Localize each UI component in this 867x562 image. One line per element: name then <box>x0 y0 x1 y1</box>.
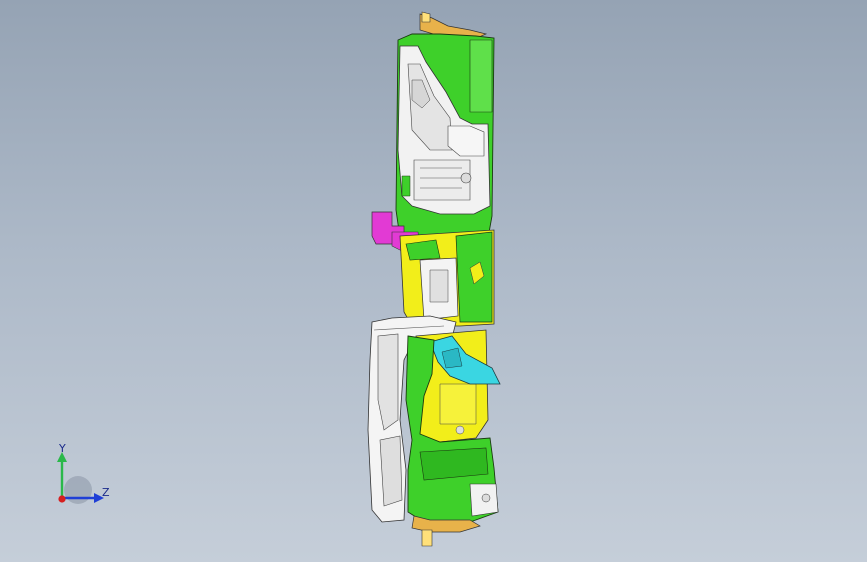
z-axis-label: Z <box>102 486 110 499</box>
cad-model-view[interactable] <box>0 0 867 562</box>
coordinate-triad: Y Z <box>48 440 118 510</box>
y-axis-label: Y <box>59 442 66 455</box>
bottom-clip-parts[interactable] <box>411 515 481 547</box>
graphics-viewport[interactable]: Y Z <box>0 0 867 562</box>
middle-section[interactable] <box>399 229 495 327</box>
